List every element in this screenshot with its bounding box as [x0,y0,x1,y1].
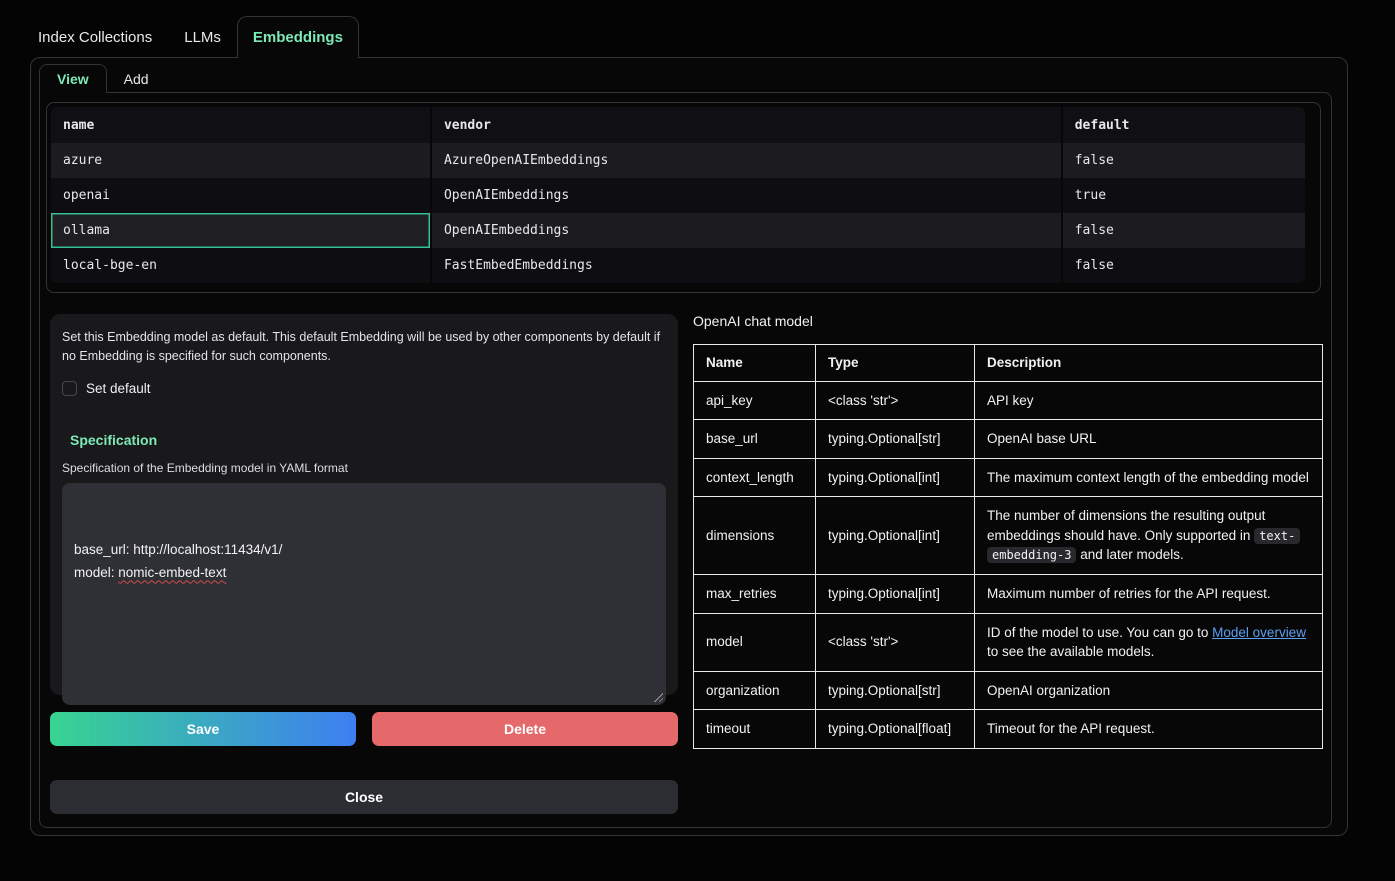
cell-name: azure [51,143,431,178]
param-row-base_url: base_urltyping.Optional[str]OpenAI base … [694,420,1323,459]
action-button-row: Save Delete [50,712,678,746]
param-row-model: model<class 'str'>ID of the model to use… [694,613,1323,671]
param-description: Timeout for the API request. [975,710,1323,749]
param-row-api_key: api_key<class 'str'>API key [694,381,1323,420]
column-header-name: name [51,107,431,143]
cell-name: openai [51,178,431,213]
model-params-body: api_key<class 'str'>API keybase_urltypin… [694,381,1323,748]
specification-description: Specification of the Embedding model in … [62,461,666,475]
param-description: OpenAI organization [975,671,1323,710]
param-row-max_retries: max_retriestyping.Optional[int]Maximum n… [694,574,1323,613]
doc-column-header-description: Description [975,345,1323,382]
tab-embeddings[interactable]: Embeddings [237,16,359,58]
param-description: Maximum number of retries for the API re… [975,574,1323,613]
model-params-header: NameTypeDescription [694,345,1323,382]
set-default-checkbox[interactable] [62,381,77,396]
column-header-vendor: vendor [431,107,1062,143]
cell-default: false [1062,143,1305,178]
embedding-row-openai[interactable]: openaiOpenAIEmbeddingstrue [51,178,1305,213]
embedding-row-ollama[interactable]: ollamaOpenAIEmbeddingsfalse [51,213,1305,248]
set-default-description: Set this Embedding model as default. Thi… [62,328,666,367]
model-params-table: NameTypeDescription api_key<class 'str'>… [693,344,1323,749]
main-tab-bar: Index Collections LLMs Embeddings [30,16,359,58]
cell-vendor: AzureOpenAIEmbeddings [431,143,1062,178]
param-name: max_retries [694,574,816,613]
sub-tab-bar: View Add [39,64,166,93]
yaml-line: model: nomic-embed-text [74,562,654,585]
close-button[interactable]: Close [50,780,678,814]
param-name: context_length [694,458,816,497]
param-name: timeout [694,710,816,749]
param-name: api_key [694,381,816,420]
cell-vendor: OpenAIEmbeddings [431,213,1062,248]
embedding-row-local-bge-en[interactable]: local-bge-enFastEmbedEmbeddingsfalse [51,248,1305,283]
param-type: typing.Optional[str] [816,420,975,459]
cell-name: ollama [51,213,431,248]
embeddings-table-body: azureAzureOpenAIEmbeddingsfalseopenaiOpe… [51,143,1305,283]
cell-default: true [1062,178,1305,213]
doc-panel-title: OpenAI chat model [693,311,1322,331]
cell-default: false [1062,248,1305,283]
embeddings-table-header: namevendordefault [51,107,1305,143]
set-default-row: Set default [62,381,666,396]
param-row-context_length: context_lengthtyping.Optional[int]The ma… [694,458,1323,497]
misspelled-text: nomic-embed-text [118,565,226,580]
doc-column-header-name: Name [694,345,816,382]
cell-vendor: FastEmbedEmbeddings [431,248,1062,283]
param-description: The number of dimensions the resulting o… [975,497,1323,575]
embeddings-panel: View Add namevendordefault azureAzureOpe… [30,57,1348,836]
param-name: model [694,613,816,671]
param-description: ID of the model to use. You can go to Mo… [975,613,1323,671]
column-header-default: default [1062,107,1305,143]
param-row-timeout: timeouttyping.Optional[float]Timeout for… [694,710,1323,749]
tab-view[interactable]: View [39,64,107,93]
tab-llms[interactable]: LLMs [168,16,237,58]
view-panel: namevendordefault azureAzureOpenAIEmbedd… [39,92,1332,828]
model-doc-panel: OpenAI chat model NameTypeDescription ap… [693,311,1322,749]
doc-column-header-type: Type [816,345,975,382]
model-overview-link[interactable]: Model overview [1212,625,1306,640]
cell-default: false [1062,213,1305,248]
param-type: typing.Optional[str] [816,671,975,710]
param-type: typing.Optional[float] [816,710,975,749]
param-row-dimensions: dimensionstyping.Optional[int]The number… [694,497,1323,575]
param-description: OpenAI base URL [975,420,1323,459]
embedding-detail-card: Set this Embedding model as default. Thi… [50,314,678,695]
param-type: <class 'str'> [816,381,975,420]
save-button[interactable]: Save [50,712,356,746]
param-name: dimensions [694,497,816,575]
yaml-line: base_url: http://localhost:11434/v1/ [74,539,654,562]
param-name: organization [694,671,816,710]
param-type: typing.Optional[int] [816,497,975,575]
cell-vendor: OpenAIEmbeddings [431,178,1062,213]
embeddings-table-container: namevendordefault azureAzureOpenAIEmbedd… [46,102,1321,293]
delete-button[interactable]: Delete [372,712,678,746]
yaml-spec-editor[interactable]: base_url: http://localhost:11434/v1/mode… [62,483,666,705]
param-description: The maximum context length of the embedd… [975,458,1323,497]
resize-handle-icon[interactable] [653,692,663,702]
embedding-row-azure[interactable]: azureAzureOpenAIEmbeddingsfalse [51,143,1305,178]
param-description: API key [975,381,1323,420]
param-type: typing.Optional[int] [816,458,975,497]
param-type: <class 'str'> [816,613,975,671]
param-row-organization: organizationtyping.Optional[str]OpenAI o… [694,671,1323,710]
set-default-label: Set default [86,381,151,396]
specification-heading: Specification [70,432,666,448]
param-name: base_url [694,420,816,459]
embeddings-table: namevendordefault azureAzureOpenAIEmbedd… [51,107,1305,283]
tab-add[interactable]: Add [107,64,166,93]
cell-name: local-bge-en [51,248,431,283]
param-type: typing.Optional[int] [816,574,975,613]
tab-index-collections[interactable]: Index Collections [30,16,168,58]
